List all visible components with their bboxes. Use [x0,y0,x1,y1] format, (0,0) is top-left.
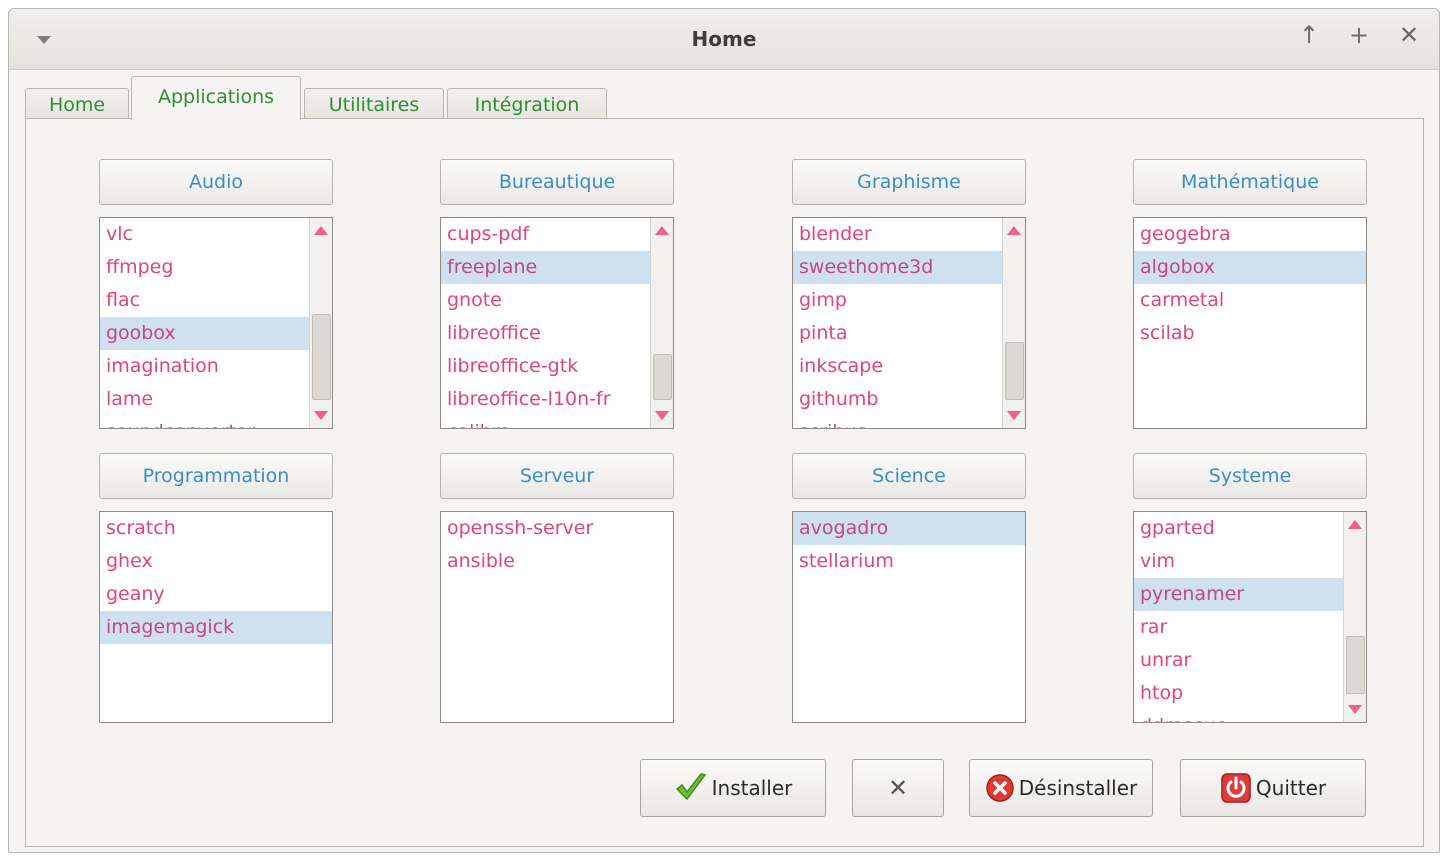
category-bureautique-button[interactable]: Bureautique [440,159,674,205]
close-icon[interactable]: ✕ [1399,23,1419,47]
mathematique-list[interactable]: geogebra algobox carmetal scilab [1133,217,1367,429]
remove-circle-icon [985,773,1015,803]
list-item[interactable]: rar [1134,611,1350,644]
scroll-down-icon[interactable] [655,411,669,420]
maximize-up-icon[interactable]: ↑ [1299,23,1319,47]
tab-utilitaires[interactable]: Utilitaires [304,88,444,120]
applications-panel: Audio vlc ffmpeg flac goobox imagination… [25,118,1424,847]
audio-list[interactable]: vlc ffmpeg flac goobox imagination lame … [99,217,333,429]
list-item-selected[interactable]: algobox [1134,251,1366,284]
list-item-selected[interactable]: sweethome3d [793,251,1009,284]
main-window: Home ↑ + ✕ Home Applications Utilitaires… [8,8,1440,853]
list-item[interactable]: vim [1134,545,1350,578]
scroll-thumb[interactable] [653,354,672,400]
list-item[interactable]: soundconverter [100,416,316,428]
category-science-button[interactable]: Science [792,453,1026,499]
list-item-selected[interactable]: pyrenamer [1134,578,1350,611]
list-item-selected[interactable]: avogadro [793,512,1025,545]
scroll-up-icon[interactable] [1348,520,1362,529]
quit-label: Quitter [1255,776,1327,800]
tab-applications[interactable]: Applications [131,76,301,120]
bureautique-scrollbar[interactable] [650,218,673,428]
category-audio-button[interactable]: Audio [99,159,333,205]
list-item[interactable]: unrar [1134,644,1350,677]
scroll-thumb[interactable] [1346,636,1365,694]
cancel-x-icon: ✕ [887,774,909,802]
list-item[interactable]: flac [100,284,316,317]
list-item[interactable]: vlc [100,218,316,251]
scroll-down-icon[interactable] [1007,411,1021,420]
list-item[interactable]: scratch [100,512,332,545]
list-item-selected[interactable]: imagemagick [100,611,332,644]
uninstall-button[interactable]: Désinstaller [969,759,1153,817]
systeme-scrollbar[interactable] [1343,512,1366,722]
list-item[interactable]: ffmpeg [100,251,316,284]
install-button[interactable]: Installer [640,759,826,817]
list-item[interactable]: calibre [441,416,657,428]
list-item[interactable]: carmetal [1134,284,1366,317]
list-item[interactable]: imagination [100,350,316,383]
quit-button[interactable]: Quitter [1180,759,1366,817]
scroll-up-icon[interactable] [314,226,328,235]
list-item[interactable]: inkscape [793,350,1009,383]
tab-integration[interactable]: Intégration [447,88,607,120]
scroll-down-icon[interactable] [1348,705,1362,714]
uninstall-label: Désinstaller [1018,776,1138,800]
list-item[interactable]: libreoffice-gtk [441,350,657,383]
scroll-thumb[interactable] [312,314,331,400]
list-item[interactable]: blender [793,218,1009,251]
list-item[interactable]: geany [100,578,332,611]
list-item[interactable]: ansible [441,545,673,578]
graphisme-list[interactable]: blender sweethome3d gimp pinta inkscape … [792,217,1026,429]
list-item[interactable]: ghex [100,545,332,578]
category-serveur-button[interactable]: Serveur [440,453,674,499]
list-item-selected[interactable]: freeplane [441,251,657,284]
systeme-list[interactable]: gparted vim pyrenamer rar unrar htop ddr… [1133,511,1367,723]
programmation-list[interactable]: scratch ghex geany imagemagick [99,511,333,723]
list-item[interactable]: gimp [793,284,1009,317]
list-item[interactable]: stellarium [793,545,1025,578]
power-icon [1220,772,1252,804]
scroll-up-icon[interactable] [1007,226,1021,235]
list-item[interactable]: ddrescue [1134,710,1350,722]
checkmark-icon [674,771,708,805]
list-item[interactable]: githumb [793,383,1009,416]
list-item[interactable]: geogebra [1134,218,1366,251]
list-item[interactable]: cups-pdf [441,218,657,251]
scroll-thumb[interactable] [1005,342,1024,400]
category-mathematique-button[interactable]: Mathématique [1133,159,1367,205]
category-programmation-button[interactable]: Programmation [99,453,333,499]
list-item[interactable]: libreoffice-l10n-fr [441,383,657,416]
scroll-down-icon[interactable] [314,411,328,420]
list-item[interactable]: openssh-server [441,512,673,545]
list-item[interactable]: libreoffice [441,317,657,350]
cancel-button[interactable]: ✕ [852,759,944,817]
window-title: Home [691,27,757,51]
title-bar: Home ↑ + ✕ [9,9,1439,70]
list-item[interactable]: gnote [441,284,657,317]
list-item[interactable]: lame [100,383,316,416]
list-item[interactable]: pinta [793,317,1009,350]
list-item-selected[interactable]: goobox [100,317,316,350]
list-item[interactable]: scilab [1134,317,1366,350]
serveur-list[interactable]: openssh-server ansible [440,511,674,723]
graphisme-scrollbar[interactable] [1002,218,1025,428]
science-list[interactable]: avogadro stellarium [792,511,1026,723]
list-item[interactable]: gparted [1134,512,1350,545]
audio-scrollbar[interactable] [309,218,332,428]
bureautique-list[interactable]: cups-pdf freeplane gnote libreoffice lib… [440,217,674,429]
list-item[interactable]: scribus [793,416,1009,428]
category-systeme-button[interactable]: Systeme [1133,453,1367,499]
tab-home[interactable]: Home [25,88,129,120]
category-graphisme-button[interactable]: Graphisme [792,159,1026,205]
plus-icon[interactable]: + [1349,23,1369,47]
install-label: Installer [711,776,793,800]
list-item[interactable]: htop [1134,677,1350,710]
scroll-up-icon[interactable] [655,226,669,235]
